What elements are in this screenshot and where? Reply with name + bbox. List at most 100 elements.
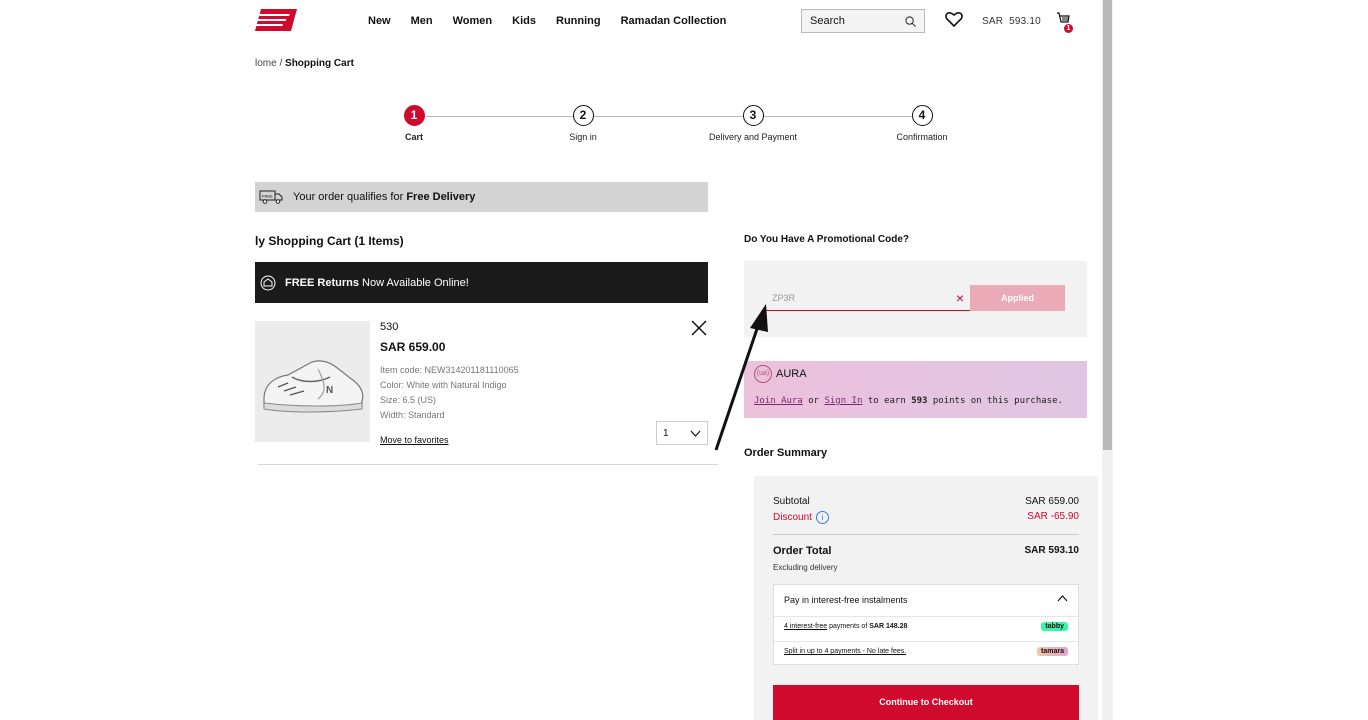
subtotal-value: SAR 659.00 — [1025, 496, 1079, 507]
site-header: New Men Women Kids Running Ramadan Colle… — [0, 0, 1100, 44]
annotation-arrow — [714, 304, 768, 451]
free-returns-banner: FREE Returns Now Available Online! — [255, 262, 708, 303]
cart-total-value: 593.10 — [1009, 16, 1041, 27]
step-number: 1 — [403, 105, 425, 126]
tabby-text: 4 interest-free payments of SAR 148.28 — [784, 623, 907, 630]
step-sign-in: 2 Sign in — [508, 105, 658, 142]
product-width: Width: Standard — [380, 410, 445, 420]
step-confirmation: 4 Confirmation — [847, 105, 997, 142]
product-price: SAR 659.00 — [380, 340, 446, 354]
step-cart: 1 Cart — [339, 105, 489, 142]
aura-earn-prefix: to earn — [862, 396, 912, 406]
free-delivery-text: Your order qualifies for Free Delivery — [293, 191, 475, 203]
product-item-code: Item code: NEW314201181110065 — [380, 365, 519, 375]
subtotal-row: Subtotal SAR 659.00 — [773, 496, 1079, 507]
installments-header[interactable]: Pay in interest-free instalments — [784, 595, 1068, 605]
free-delivery-banner: FREE Your order qualifies for Free Deliv… — [255, 182, 708, 212]
product-name[interactable]: 530 — [380, 321, 398, 333]
info-icon[interactable]: i — [815, 511, 829, 524]
aura-earn-suffix: points on this purchase. — [927, 396, 1063, 406]
step-number: 3 — [742, 105, 764, 126]
breadcrumb-separator: / — [276, 58, 286, 69]
tabby-link[interactable]: 4 interest-free — [784, 623, 827, 630]
tamara-row: Split in up to 4 payments - No late fees… — [784, 647, 1068, 656]
cart-count-badge: 1 — [1064, 24, 1073, 33]
nav-women[interactable]: Women — [453, 15, 493, 27]
aura-sign-in-link[interactable]: Sign In — [824, 396, 862, 406]
returns-icon — [260, 275, 276, 290]
discount-value: SAR -65.90 — [1027, 511, 1079, 522]
discount-label: Discount — [773, 512, 812, 524]
aura-points: 593 — [911, 396, 928, 406]
tamara-link[interactable]: Split in up to 4 payments - No late fees… — [784, 648, 906, 655]
step-label: Confirmation — [896, 132, 948, 142]
search-input[interactable]: Search — [801, 9, 925, 33]
order-total-value: SAR 593.10 — [1024, 545, 1079, 556]
cart-item-divider — [258, 464, 718, 465]
discount-row: Discount i SAR -65.90 — [773, 511, 1079, 524]
quantity-value: 1 — [663, 427, 669, 439]
search-icon[interactable] — [905, 15, 916, 27]
delivery-truck-icon: FREE — [259, 190, 283, 204]
chevron-up-icon[interactable] — [1057, 595, 1068, 602]
product-size: Size: 6.5 (US) — [380, 395, 437, 405]
product-color: Color: White with Natural Indigo — [380, 380, 507, 390]
stepper-line — [425, 116, 915, 117]
order-total-label: Order Total — [773, 545, 832, 557]
aura-message: Join Aura or Sign In to earn 593 points … — [754, 396, 1063, 406]
breadcrumb-home[interactable]: lome — [255, 58, 277, 69]
breadcrumb-current: Shopping Cart — [285, 58, 354, 69]
nav-ramadan-collection[interactable]: Ramadan Collection — [621, 15, 727, 27]
tabby-row: 4 interest-free payments of SAR 148.28 t… — [784, 622, 1068, 631]
step-number: 2 — [572, 105, 594, 126]
sneaker-image: N — [262, 359, 363, 412]
installments-title: Pay in interest-free instalments — [784, 595, 908, 605]
breadcrumb: lome / Shopping Cart — [255, 58, 354, 69]
heart-icon[interactable] — [945, 11, 963, 27]
promo-applied-button[interactable]: Applied — [970, 285, 1065, 311]
cart-title: ly Shopping Cart (1 Items) — [255, 234, 404, 248]
discount-label-wrap: Discount i — [773, 511, 829, 524]
order-total-row: Order Total SAR 593.10 — [773, 545, 1079, 557]
main-nav: New Men Women Kids Running Ramadan Colle… — [368, 15, 726, 27]
svg-text:N: N — [326, 385, 333, 396]
step-number: 4 — [911, 105, 933, 126]
move-to-favorites-link[interactable]: Move to favorites — [380, 435, 449, 445]
aura-loyalty-banner: (ua) AURA Join Aura or Sign In to earn 5… — [744, 361, 1087, 418]
returns-bold: FREE Returns — [285, 276, 359, 289]
scrollbar-thumb[interactable] — [1103, 0, 1112, 450]
installments-divider — [774, 616, 1078, 617]
free-delivery-bold: Free Delivery — [406, 191, 476, 203]
nav-new[interactable]: New — [368, 15, 391, 27]
nav-kids[interactable]: Kids — [512, 15, 536, 27]
aura-brand: AURA — [776, 368, 807, 380]
promo-code-input[interactable]: ZP3R × — [766, 286, 970, 311]
promo-title: Do You Have A Promotional Code? — [744, 234, 910, 245]
clear-promo-icon[interactable]: × — [956, 290, 964, 306]
nav-men[interactable]: Men — [411, 15, 433, 27]
summary-divider — [773, 534, 1079, 535]
returns-rest: Now Available Online! — [358, 276, 469, 289]
free-delivery-prefix: Your order qualifies for — [293, 191, 407, 203]
step-label: Delivery and Payment — [708, 132, 798, 142]
currency-label: SAR — [982, 16, 1004, 27]
tabby-payments-text: payments of — [827, 623, 870, 630]
tabby-logo: tabby — [1041, 622, 1068, 631]
returns-text: FREE Returns Now Available Online! — [285, 277, 469, 289]
continue-to-checkout-button[interactable]: Continue to Checkout — [773, 685, 1079, 720]
product-image[interactable]: N — [255, 321, 370, 442]
svg-text:FREE: FREE — [262, 194, 273, 199]
step-label: Sign in — [569, 132, 597, 142]
excluding-delivery-note: Excluding delivery — [773, 563, 838, 572]
subtotal-label: Subtotal — [773, 496, 810, 507]
nav-running[interactable]: Running — [556, 15, 601, 27]
new-balance-logo[interactable] — [255, 9, 297, 31]
step-delivery-payment: 3 Delivery and Payment — [678, 105, 828, 142]
cart-total-display[interactable]: SAR 593.10 — [982, 16, 1041, 27]
tamara-logo: tamara — [1037, 647, 1068, 656]
tabby-amount: SAR 148.28 — [869, 623, 908, 630]
search-placeholder: Search — [810, 15, 845, 27]
installments-box: Pay in interest-free instalments 4 inter… — [773, 584, 1079, 665]
installments-divider — [774, 641, 1078, 642]
aura-or: or — [802, 396, 825, 406]
